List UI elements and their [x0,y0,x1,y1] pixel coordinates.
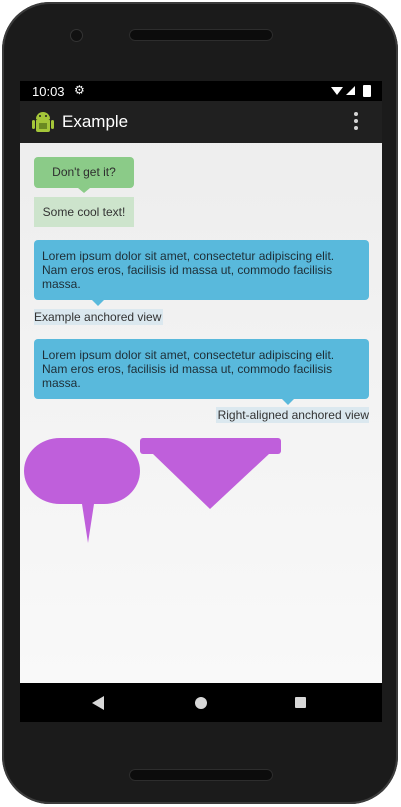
triangle-bar-shape [140,438,281,454]
shape-demos [24,438,281,543]
app-bar: Example [20,101,382,143]
triangle-shape [153,454,269,509]
tooltip-long-left-text: Lorem ipsum dolor sit amet, consectetur … [42,249,335,291]
tooltip-pointer [78,188,90,193]
tooltip-long-left: Lorem ipsum dolor sit amet, consectetur … [34,240,369,306]
front-camera [71,30,82,41]
cool-text-view[interactable]: Some cool text! [34,197,134,227]
top-speaker [129,29,273,41]
right-aligned-anchored-view[interactable]: Right-aligned anchored view [215,407,369,423]
recents-icon[interactable] [295,697,306,708]
signal-icon [346,86,355,95]
anchored-view[interactable]: Example anchored view [34,309,164,325]
status-bar: 10:03 ⚙ [20,81,382,101]
speech-bubble-shape [24,438,140,543]
tooltip-small-text: Don't get it? [52,165,116,179]
status-time: 10:03 [32,84,65,99]
navigation-bar [20,683,382,722]
android-robot-icon [32,112,54,132]
app-title: Example [62,112,129,131]
tooltip-pointer [282,399,294,405]
back-icon[interactable] [92,696,104,710]
overflow-menu-icon[interactable] [354,112,358,132]
phone-frame: 10:03 ⚙ Example Don't get it? Some cool … [2,2,398,804]
wifi-icon [331,87,343,95]
tooltip-small: Don't get it? [34,157,134,193]
battery-icon [363,85,371,97]
tooltip-long-right: Lorem ipsum dolor sit amet, consectetur … [34,339,369,405]
bottom-speaker [129,769,273,781]
home-icon[interactable] [195,697,207,709]
tooltip-long-right-text: Lorem ipsum dolor sit amet, consectetur … [42,348,335,390]
screen: 10:03 ⚙ Example Don't get it? Some cool … [20,81,382,722]
settings-icon: ⚙ [74,83,85,97]
content-area: Don't get it? Some cool text! Lorem ipsu… [20,143,382,683]
tooltip-pointer [92,300,104,306]
